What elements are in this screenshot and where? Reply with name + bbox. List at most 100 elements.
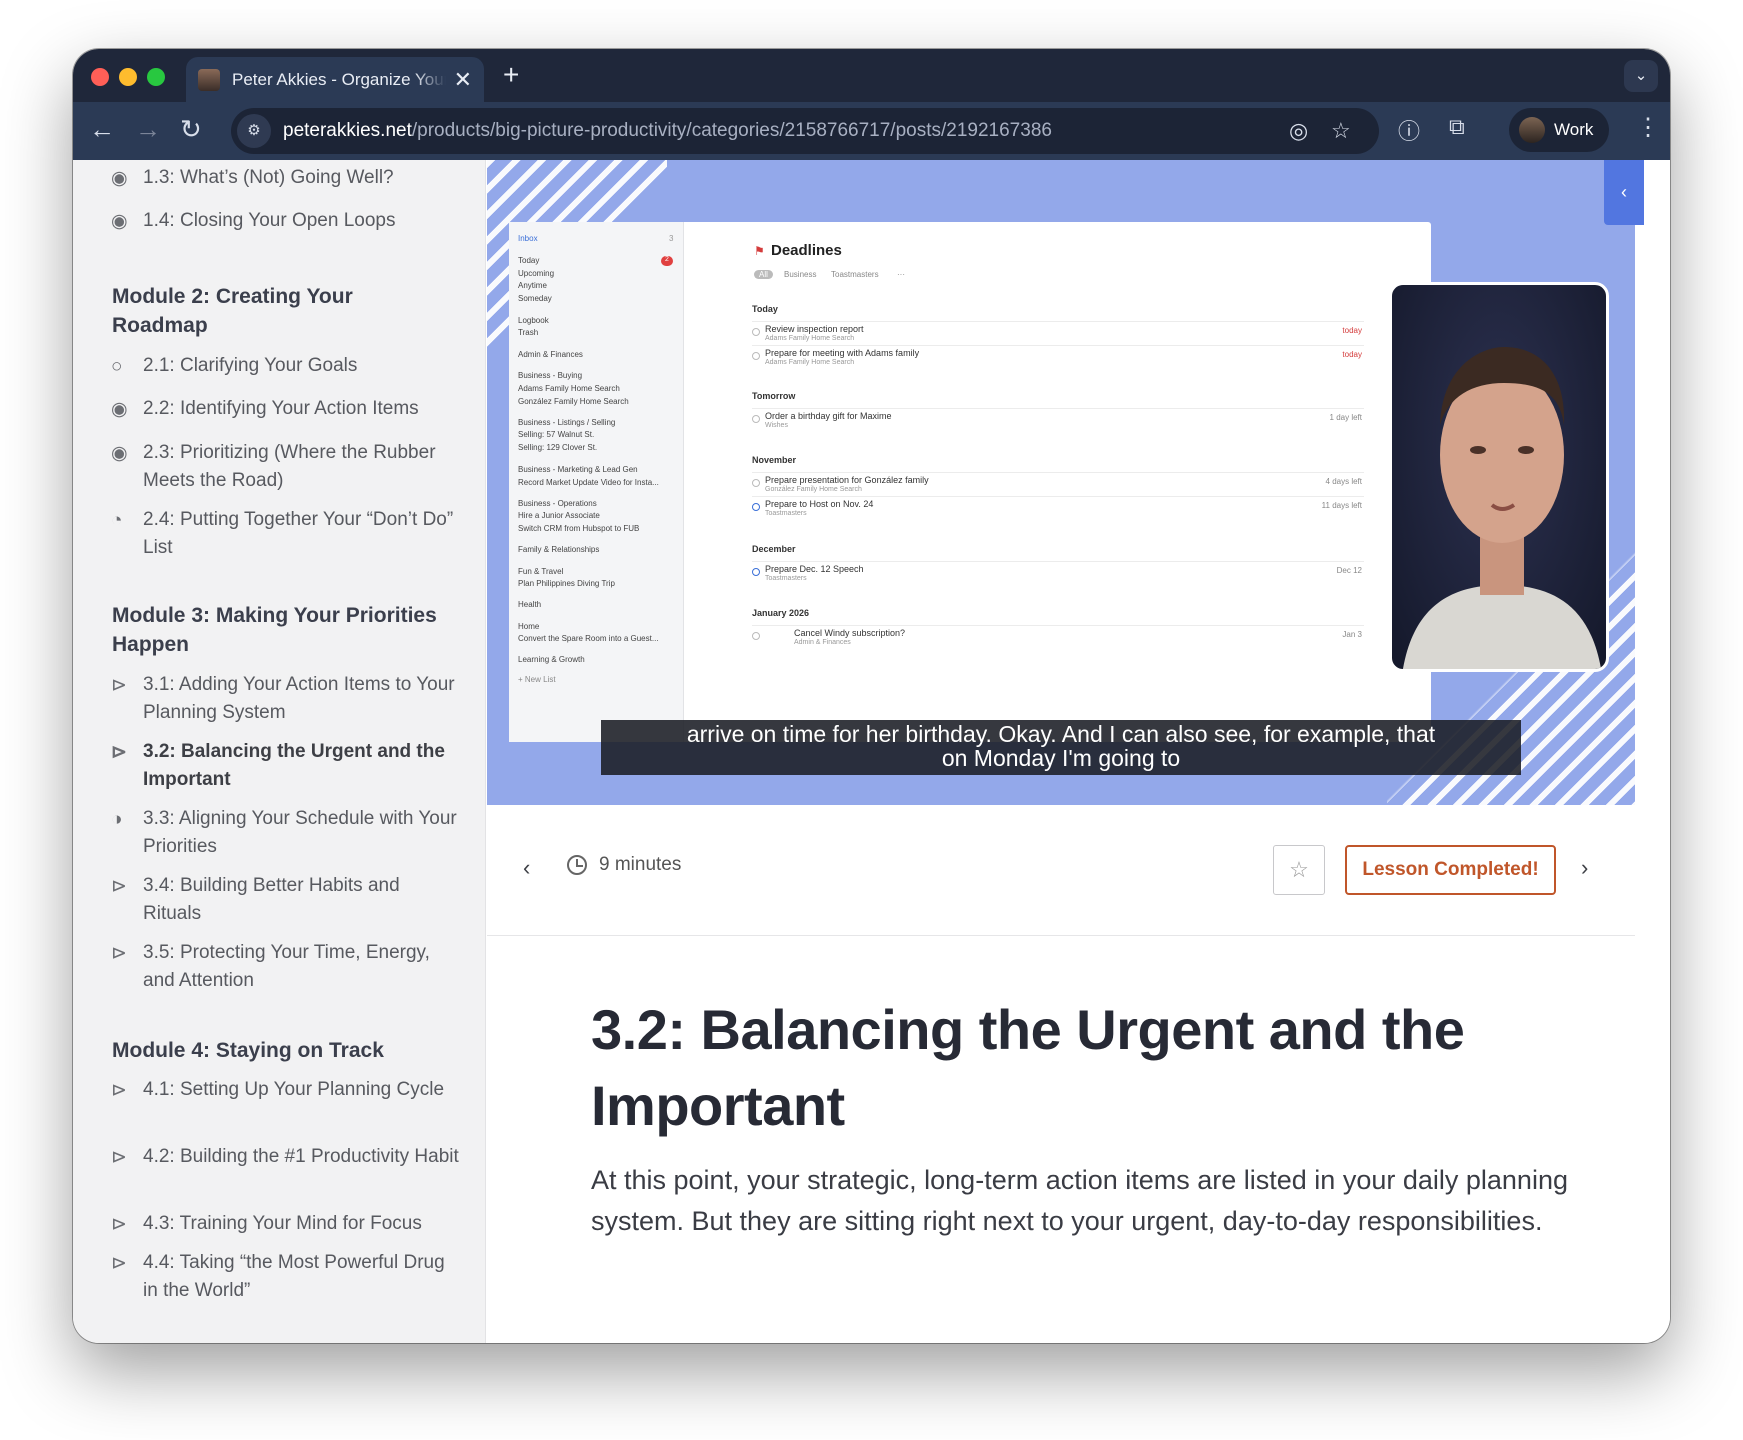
address-bar[interactable]: ⚙ peterakkies.net/products/big-picture-p… (231, 108, 1379, 154)
lesson-label: 2.3: Prioritizing (Where the Rubber Meet… (143, 442, 436, 491)
project-item: Switch CRM from Hubspot to FUB (518, 524, 640, 533)
lesson-label: 4.4: Taking “the Most Powerful Drug in t… (143, 1252, 445, 1301)
project-item: Adams Family Home Search (518, 384, 620, 393)
new-tab-button[interactable]: + (503, 59, 519, 91)
sidebar-lesson[interactable]: ◔ 2.4: Putting Together Your “Don’t Do” L… (111, 506, 461, 562)
sidebar-lesson[interactable]: ◉ 1.3: What’s (Not) Going Well? (111, 164, 461, 193)
eye-off-icon[interactable]: ◎ (1289, 118, 1308, 144)
lesson-label: 4.2: Building the #1 Productivity Habit (143, 1146, 459, 1167)
check-circle-icon: ◉ (111, 399, 128, 420)
collapse-panel-button[interactable]: ‹ (1604, 160, 1644, 225)
check-circle-icon: ◉ (111, 443, 128, 464)
sidebar-lesson[interactable]: ◑ 3.3: Aligning Your Schedule with Your P… (111, 805, 461, 861)
anytime-item: Anytime (518, 281, 547, 290)
presenter-figure (1403, 347, 1601, 669)
sidebar-lesson[interactable]: ⊳ 3.4: Building Better Habits and Rituals (111, 872, 461, 928)
new-list-item: + New List (518, 675, 556, 684)
partial-circle-icon: ◔ (111, 510, 123, 531)
sidebar-lesson[interactable]: ◉ 1.4: Closing Your Open Loops (111, 207, 461, 236)
close-window-button[interactable] (91, 68, 109, 86)
lesson-title: 3.2: Balancing the Urgent and the Import… (591, 998, 1465, 1137)
section-heading: November (752, 455, 797, 465)
sidebar-lesson[interactable]: ⊳ 3.5: Protecting Your Time, Energy, and … (111, 939, 461, 995)
project-item: Hire a Junior Associate (518, 511, 600, 520)
lesson-article: 3.2: Balancing the Urgent and the Import… (591, 992, 1571, 1242)
play-circle-icon: ⊳ (111, 1080, 127, 1101)
play-circle-icon: ⊳ (111, 742, 127, 763)
empty-circle-icon: ○ (111, 356, 123, 377)
section-heading: Tomorrow (752, 391, 796, 401)
task-row: Prepare to Host on Nov. 24 Toastmasters 11… (752, 496, 1364, 520)
lesson-controls: ‹ 9 minutes ☆ Lesson Completed! › (487, 805, 1635, 936)
play-circle-icon: ⊳ (111, 1147, 127, 1168)
filter-chip: ··· (897, 270, 905, 279)
inbox-item: Inbox (518, 234, 538, 243)
sidebar-lesson[interactable]: ⊳ 4.2: Building the #1 Productivity Habit (111, 1143, 461, 1172)
task-row: Review inspection report Adams Family Hom… (752, 321, 1364, 345)
lesson-label: 3.1: Adding Your Action Items to Your Pl… (143, 674, 455, 723)
extensions-icon[interactable]: ⧉ (1449, 114, 1465, 140)
project-item: Record Market Update Video for Insta... (518, 478, 659, 487)
module-heading: Module 2: Creating Your Roadmap (112, 285, 353, 337)
play-circle-icon: ⊳ (111, 943, 127, 964)
url-text[interactable]: peterakkies.net/products/big-picture-pro… (283, 120, 1052, 142)
next-lesson-icon[interactable]: › (1581, 855, 1588, 881)
lesson-label: 4.3: Training Your Mind for Focus (143, 1213, 422, 1234)
sidebar-lesson[interactable]: ◉ 2.2: Identifying Your Action Items (111, 395, 461, 424)
lesson-label: 4.1: Setting Up Your Planning Cycle (143, 1079, 445, 1100)
favorite-star-button[interactable]: ☆ (1273, 845, 1325, 895)
lesson-completed-button[interactable]: Lesson Completed! (1345, 845, 1556, 895)
todo-app-screenshot: Inbox 3 Today 2 Upcoming Anytime Someday… (509, 222, 1431, 742)
task-row: Prepare Dec. 12 Speech Toastmasters Dec 12 (752, 561, 1364, 585)
reload-icon[interactable]: ↻ (180, 114, 202, 144)
sidebar-lesson[interactable]: ⊳ 4.1: Setting Up Your Planning Cycle (111, 1076, 461, 1105)
project-item: Convert the Spare Room into a Guest... (518, 634, 659, 643)
section-heading: Today (752, 304, 778, 314)
browser-toolbar: ← → ↻ ⚙ peterakkies.net/products/big-pic… (73, 102, 1670, 160)
sidebar-lesson[interactable]: ◉ 2.3: Prioritizing (Where the Rubber Mee… (111, 439, 461, 495)
project-item: Selling: 129 Clover St. (518, 443, 598, 452)
bookmark-star-icon[interactable]: ☆ (1331, 118, 1351, 144)
sidebar-lesson[interactable]: ○ 2.1: Clarifying Your Goals (111, 352, 461, 381)
area-item: Family & Relationships (518, 545, 600, 554)
sidebar-lesson[interactable]: ⊳ 4.4: Taking “the Most Powerful Drug in … (111, 1249, 461, 1305)
site-settings-icon[interactable]: ⚙ (237, 114, 271, 148)
deadlines-title: Deadlines (771, 242, 842, 259)
zoom-window-button[interactable] (147, 68, 165, 86)
forward-icon[interactable]: → (135, 114, 161, 144)
video-player[interactable]: Inbox 3 Today 2 Upcoming Anytime Someday… (487, 160, 1635, 805)
more-menu-icon[interactable]: ⋮ (1636, 113, 1660, 142)
minimize-window-button[interactable] (119, 68, 137, 86)
lesson-label: 2.4: Putting Together Your “Don’t Do” Li… (143, 509, 454, 558)
area-item: Business - Listings / Selling (518, 418, 616, 427)
task-row: Prepare presentation for González family… (752, 472, 1364, 496)
lesson-label: 2.2: Identifying Your Action Items (143, 398, 419, 419)
task-row: Prepare for meeting with Adams family Ada… (752, 345, 1364, 369)
presenter-webcam (1389, 282, 1609, 672)
caption-line: arrive on time for her birthday. Okay. A… (686, 721, 1436, 747)
profile-button[interactable]: Work (1509, 108, 1609, 152)
browser-tab[interactable]: Peter Akkies - Organize Your ✕ (186, 57, 484, 102)
video-caption: arrive on time for her birthday. Okay. A… (601, 720, 1521, 775)
tab-bar: Peter Akkies - Organize Your ✕ + ⌄ (73, 49, 1670, 102)
previous-lesson-icon[interactable]: ‹ (523, 855, 530, 881)
course-sidebar: ◉ 1.3: What’s (Not) Going Well? ◉ 1.4: Clo… (73, 160, 486, 1343)
check-circle-icon: ◉ (111, 168, 128, 189)
tab-search-button[interactable]: ⌄ (1624, 60, 1658, 92)
upcoming-item: Upcoming (518, 269, 555, 278)
close-tab-icon[interactable]: ✕ (454, 67, 472, 93)
back-icon[interactable]: ← (89, 114, 115, 144)
sidebar-lesson[interactable]: ⊳ 3.1: Adding Your Action Items to Your P… (111, 671, 461, 727)
lesson-main: Inbox 3 Today 2 Upcoming Anytime Someday… (487, 160, 1670, 1343)
sidebar-lesson[interactable]: ⊳ 4.3: Training Your Mind for Focus (111, 1210, 461, 1239)
avatar (1519, 117, 1545, 143)
task-row: Order a birthday gift for Maxime Wishes 1 … (752, 408, 1364, 432)
sidebar-lesson-current[interactable]: ⊳ 3.2: Balancing the Urgent and the Impor… (111, 738, 461, 794)
today-item: Today (518, 256, 540, 265)
duration-label: 9 minutes (599, 854, 682, 875)
area-item: Health (518, 600, 542, 609)
password-manager-icon[interactable]: ⓘ (1398, 114, 1420, 146)
filter-chip: All (754, 270, 773, 279)
play-circle-icon: ⊳ (111, 1253, 127, 1274)
area-item: Admin & Finances (518, 350, 583, 359)
